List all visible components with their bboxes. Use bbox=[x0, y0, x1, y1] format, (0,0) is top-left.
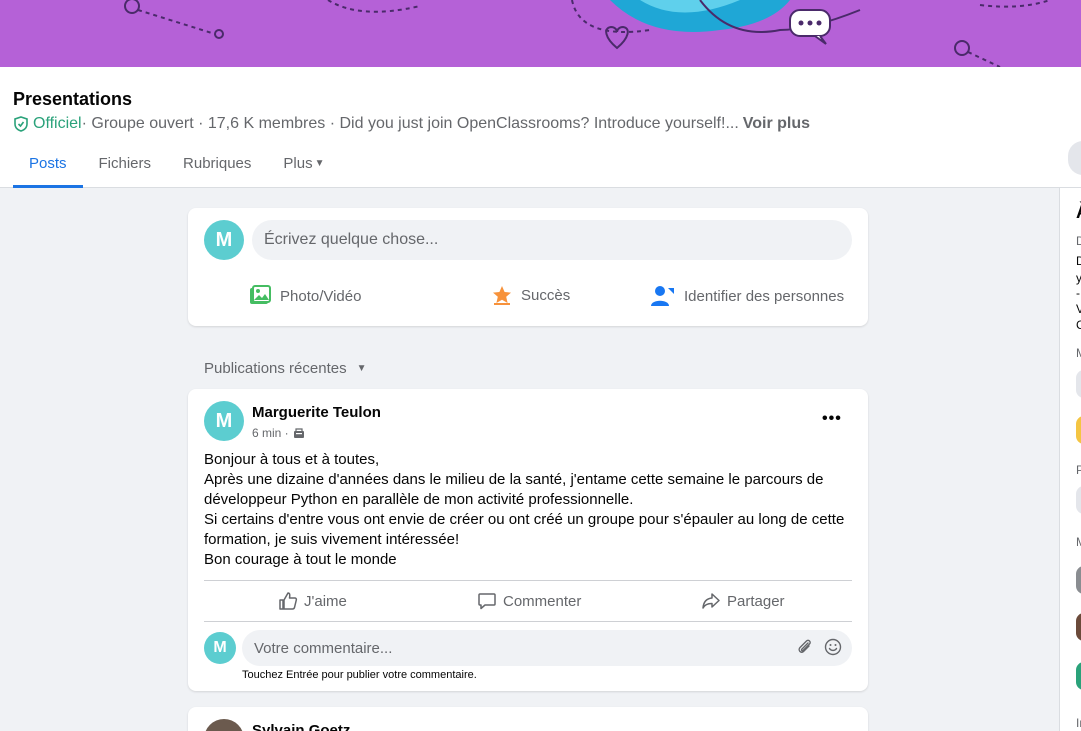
comment-tools bbox=[786, 638, 842, 656]
post-timestamp: 6 min · bbox=[252, 426, 305, 440]
group-meta: Officiel · Groupe ouvert · 17,6 K membre… bbox=[13, 115, 810, 133]
avatar[interactable] bbox=[1076, 566, 1081, 594]
avatar[interactable] bbox=[1076, 662, 1081, 690]
post-author[interactable]: Marguerite Teulon bbox=[252, 404, 381, 421]
like-label: J'aime bbox=[304, 592, 347, 610]
photo-video-button[interactable]: Photo/Vidéo bbox=[248, 284, 361, 308]
rail-text: C bbox=[1076, 318, 1081, 332]
post-paragraph: Si certains d'entre vous ont envie de cr… bbox=[204, 511, 845, 548]
rail-text: - bbox=[1076, 286, 1080, 300]
tab-files[interactable]: Fichiers bbox=[83, 149, 168, 187]
comment-button[interactable]: Commenter bbox=[477, 591, 581, 611]
tag-people-label: Identifier des personnes bbox=[684, 287, 845, 305]
tab-topics[interactable]: Rubriques bbox=[167, 149, 267, 187]
post-composer: M Écrivez quelque chose... Photo/Vidéo S… bbox=[188, 208, 868, 326]
rail-chip[interactable] bbox=[1076, 486, 1081, 514]
tag-people-button[interactable]: Identifier des personnes bbox=[650, 284, 844, 308]
post-card: Sylvain Goetz bbox=[188, 707, 868, 731]
composer-input[interactable]: Écrivez quelque chose... bbox=[252, 220, 852, 260]
avatar[interactable]: M bbox=[204, 220, 244, 260]
tab-posts[interactable]: Posts bbox=[13, 149, 83, 188]
more-options-icon[interactable]: ••• bbox=[822, 410, 842, 428]
attachment-icon[interactable] bbox=[796, 638, 814, 656]
comment-icon bbox=[478, 593, 496, 610]
comment-label: Commenter bbox=[503, 592, 582, 610]
tag-person-icon bbox=[651, 286, 674, 306]
rail-text: D bbox=[1076, 234, 1081, 248]
post-author[interactable]: Sylvain Goetz bbox=[252, 722, 350, 731]
shield-icon bbox=[14, 116, 28, 132]
group-cover-banner bbox=[0, 0, 1081, 67]
share-icon bbox=[702, 593, 720, 609]
post-paragraph: Bonjour à tous et à toutes, bbox=[204, 451, 380, 468]
rail-chip[interactable] bbox=[1076, 370, 1081, 398]
divider bbox=[204, 580, 852, 581]
avatar[interactable] bbox=[1076, 613, 1081, 641]
divider bbox=[204, 621, 852, 622]
group-header: Presentations Officiel · Groupe ouvert ·… bbox=[0, 67, 1081, 188]
avatar[interactable]: M bbox=[204, 632, 236, 664]
tab-posts-label: Posts bbox=[29, 155, 67, 172]
like-button[interactable]: J'aime bbox=[278, 591, 347, 611]
post-paragraph: Bon courage à tout le monde bbox=[204, 551, 397, 568]
tab-more-label: Plus bbox=[283, 155, 313, 172]
official-badge: Officiel bbox=[13, 115, 82, 133]
group-tabs: Posts Fichiers Rubriques Plus ▼ bbox=[13, 149, 341, 188]
photo-icon bbox=[250, 285, 271, 304]
comment-placeholder: Votre commentaire... bbox=[254, 640, 393, 657]
post-paragraph: Après une dizaine d'années dans le milie… bbox=[204, 471, 824, 508]
rail-text: M bbox=[1076, 346, 1081, 360]
caret-down-icon: ▼ bbox=[314, 158, 325, 169]
group-title[interactable]: Presentations bbox=[13, 89, 132, 110]
post-time-text[interactable]: 6 min · bbox=[252, 426, 289, 440]
rail-text: À bbox=[1076, 202, 1081, 223]
rail-text: M bbox=[1076, 535, 1081, 549]
tab-more[interactable]: Plus ▼ bbox=[267, 149, 340, 187]
cover-illustration bbox=[124, 0, 1051, 67]
sort-dropdown[interactable]: Publications récentes ▼ bbox=[204, 360, 367, 377]
rail-text: P bbox=[1076, 463, 1081, 477]
rail-text: In bbox=[1076, 716, 1081, 730]
search-button[interactable] bbox=[1068, 141, 1081, 175]
success-label: Succès bbox=[521, 286, 571, 304]
tab-topics-label: Rubriques bbox=[183, 155, 252, 172]
comment-hint: Touchez Entrée pour publier votre commen… bbox=[242, 669, 477, 681]
group-description: · Groupe ouvert · 17,6 K membres · Did y… bbox=[81, 115, 739, 132]
rail-text: y bbox=[1076, 271, 1081, 285]
avatar[interactable] bbox=[204, 719, 244, 731]
emoji-icon[interactable] bbox=[824, 638, 842, 656]
success-button[interactable]: Succès bbox=[491, 284, 570, 306]
right-sidebar: À D D y - V C M P M In bbox=[1059, 188, 1081, 731]
share-button[interactable]: Partager bbox=[701, 591, 785, 611]
see-more-link[interactable]: Voir plus bbox=[743, 115, 810, 133]
rail-text: D bbox=[1076, 254, 1081, 268]
star-icon bbox=[493, 286, 511, 305]
thumbs-up-icon bbox=[279, 592, 298, 610]
avatar[interactable]: M bbox=[204, 401, 244, 441]
post-card: M Marguerite Teulon 6 min · ••• Bonjour … bbox=[188, 389, 868, 691]
audience-icon bbox=[293, 428, 304, 438]
avatar[interactable] bbox=[1076, 416, 1081, 444]
official-label: Officiel bbox=[33, 115, 82, 132]
post-body: Bonjour à tous et à toutes, Après une di… bbox=[204, 450, 852, 570]
share-label: Partager bbox=[727, 592, 785, 610]
photo-video-label: Photo/Vidéo bbox=[280, 287, 362, 305]
sort-label: Publications récentes bbox=[204, 360, 347, 377]
comment-input[interactable]: Votre commentaire... bbox=[242, 630, 852, 666]
rail-text: V bbox=[1076, 302, 1081, 316]
tab-files-label: Fichiers bbox=[98, 155, 152, 172]
caret-down-icon: ▼ bbox=[356, 363, 367, 374]
